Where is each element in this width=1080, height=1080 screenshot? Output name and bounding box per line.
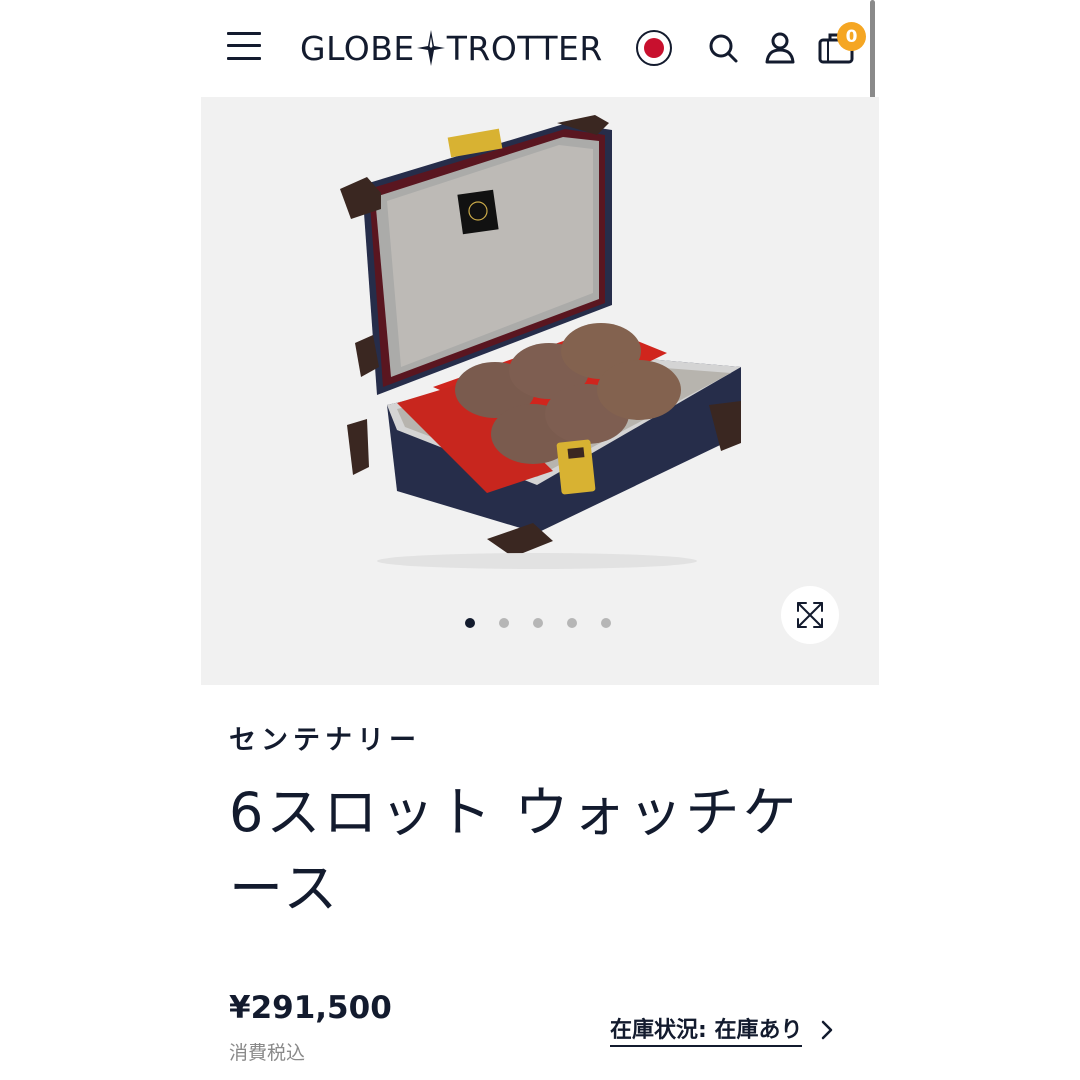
compass-star-icon	[416, 30, 445, 66]
chevron-right-icon	[822, 1020, 833, 1039]
slide-indicator	[465, 618, 611, 630]
slide-dot-1[interactable]	[465, 618, 475, 628]
expand-image-button[interactable]	[781, 586, 839, 644]
cart-count-badge: 0	[837, 22, 866, 51]
stock-status-link[interactable]: 在庫状況: 在庫あり	[610, 1012, 834, 1047]
expand-icon	[797, 602, 823, 628]
slide-dot-2[interactable]	[499, 618, 509, 628]
product-price: ¥291,500	[229, 990, 392, 1026]
site-header: GLOBE TROTTER 0	[201, 0, 879, 97]
search-icon[interactable]	[703, 28, 743, 68]
japan-flag-icon[interactable]	[636, 30, 672, 66]
product-image	[340, 115, 741, 569]
product-title: 6スロット ウォッチケース	[229, 781, 800, 920]
brand-logo[interactable]: GLOBE TROTTER	[300, 26, 603, 70]
product-gallery[interactable]	[201, 97, 879, 685]
menu-icon[interactable]	[227, 30, 261, 62]
brand-logo-left: GLOBE	[300, 28, 415, 68]
stock-status-label: 在庫状況: 在庫あり	[610, 1012, 803, 1047]
slide-dot-4[interactable]	[567, 618, 577, 628]
product-collection[interactable]: センテナリー	[229, 718, 421, 757]
tax-note: 消費税込	[229, 1042, 306, 1064]
slide-dot-3[interactable]	[533, 618, 543, 628]
brand-logo-right: TROTTER	[446, 28, 603, 68]
account-icon[interactable]	[760, 28, 800, 68]
slide-dot-5[interactable]	[601, 618, 611, 628]
